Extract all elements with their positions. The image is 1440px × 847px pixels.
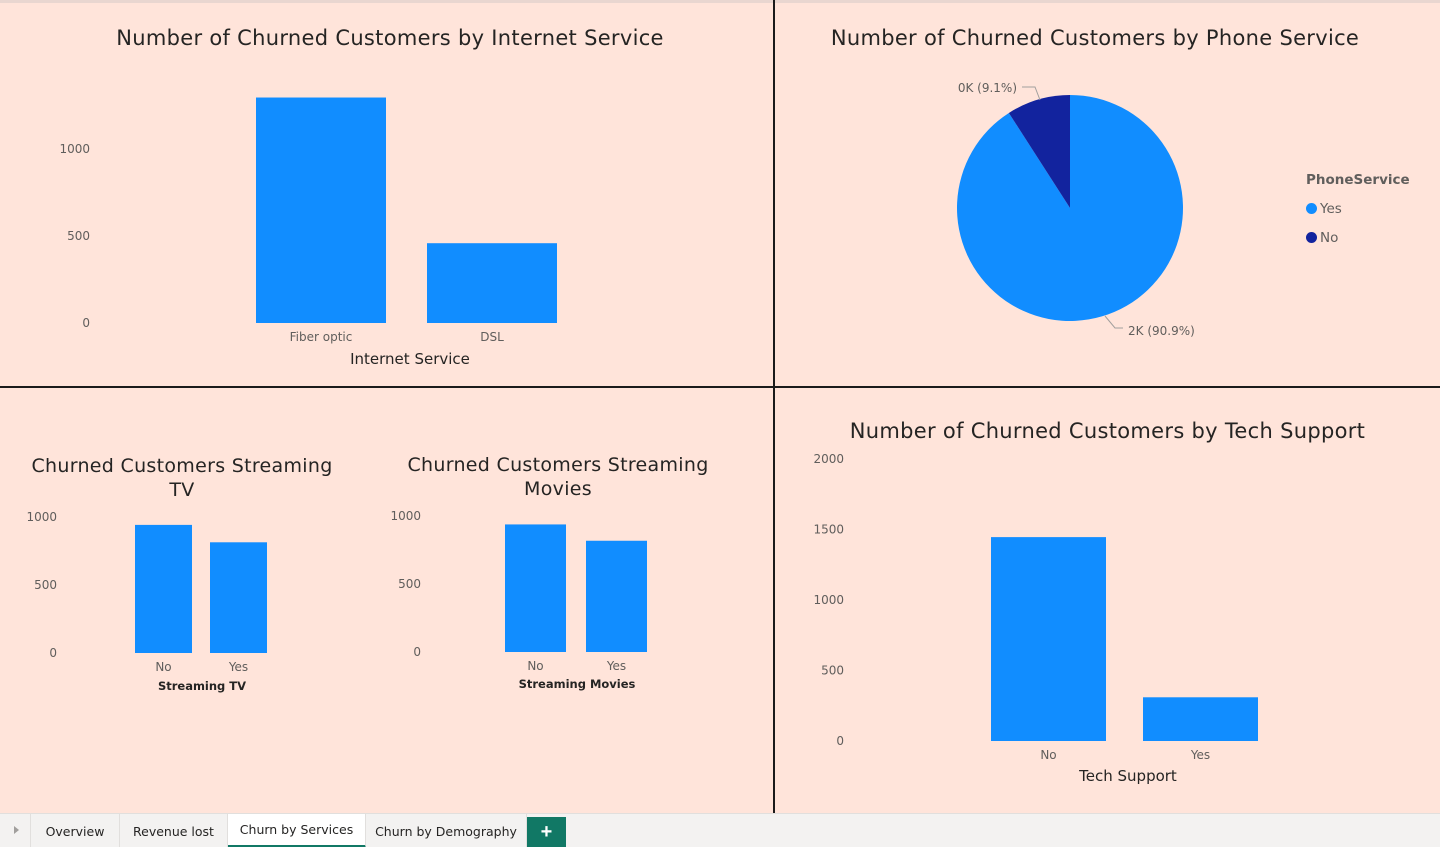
horizontal-divider [0,386,1440,388]
legend-item-yes[interactable]: Yes [1306,194,1410,223]
scroll-left-icon[interactable] [14,826,19,834]
pie-leader-line [1104,315,1123,329]
tech-x-tick-label: Yes [1190,748,1210,762]
movies-x-tick-label: No [527,659,543,673]
movies-chart-title: Churned Customers Streaming Movies [407,454,709,500]
tv-x-axis-title: Streaming TV [158,679,246,693]
tv-y-tick-label: 500 [34,578,57,592]
movies-bar[interactable] [505,524,566,652]
pie-data-label: 2K (90.9%) [1128,324,1195,338]
tech-y-tick-label: 500 [821,664,844,678]
internet-y-tick-label: 1000 [59,142,90,156]
tech-x-axis-title: Tech Support [1078,767,1177,785]
internet-bar[interactable] [256,97,386,323]
tv-y-tick-label: 1000 [26,510,57,524]
streaming-movies-chart[interactable]: 0 500 1000 No Yes Streaming Movies [370,500,740,700]
phone-chart-title: Number of Churned Customers by Phone Ser… [830,26,1360,50]
movies-y-tick-label: 0 [413,645,421,659]
tech-y-tick-label: 1000 [813,593,844,607]
tv-chart-title: Churned Customers Streaming TV [31,455,333,501]
internet-x-axis-title: Internet Service [350,350,470,368]
internet-x-tick-label: DSL [480,330,504,344]
pie-leader-line [1022,86,1041,101]
tv-bar[interactable] [210,542,267,653]
internet-y-tick-label: 0 [82,316,90,330]
movies-y-tick-label: 500 [398,577,421,591]
tech-chart-title: Number of Churned Customers by Tech Supp… [849,419,1366,443]
tech-bar[interactable] [991,537,1106,741]
tab-churn-by-demography[interactable]: Churn by Demography [366,814,527,847]
internet-service-chart[interactable]: 0 500 1000 Fiber optic DSL Internet Service [0,60,770,380]
tech-y-tick-label: 1500 [813,523,844,537]
internet-chart-title: Number of Churned Customers by Internet … [116,26,664,50]
legend-label: Yes [1320,200,1342,217]
tech-bar[interactable] [1143,697,1258,741]
phone-service-pie-chart[interactable]: 2K (90.9%) 0K (9.1%) [775,60,1295,380]
internet-y-tick-label: 500 [67,229,90,243]
tab-overview[interactable]: Overview [30,814,120,847]
page-tab-bar: Overview Revenue lost Churn by Services … [0,813,1440,847]
legend-item-no[interactable]: No [1306,223,1410,252]
movies-x-axis-title: Streaming Movies [519,677,636,691]
legend-dot-icon [1306,203,1317,214]
tech-y-tick-label: 2000 [813,452,844,466]
tv-x-tick-label: No [155,660,171,674]
tech-y-tick-label: 0 [836,734,844,748]
legend-title: PhoneService [1306,172,1410,188]
internet-bar[interactable] [427,243,557,323]
add-page-button[interactable]: + [527,817,566,847]
report-canvas: Number of Churned Customers by Internet … [0,0,1440,813]
tab-revenue-lost[interactable]: Revenue lost [120,814,228,847]
tech-support-chart[interactable]: 0 500 1000 1500 2000 No Yes Tech Support [775,445,1435,800]
legend-dot-icon [1306,232,1317,243]
phone-legend: PhoneService Yes No [1306,172,1410,252]
tech-x-tick-label: No [1040,748,1056,762]
legend-label: No [1320,229,1339,246]
internet-x-tick-label: Fiber optic [290,330,353,344]
streaming-tv-chart[interactable]: 0 500 1000 No Yes Streaming TV [0,500,360,700]
movies-x-tick-label: Yes [606,659,626,673]
tv-x-tick-label: Yes [228,660,248,674]
tv-bar[interactable] [135,524,192,653]
movies-bar[interactable] [586,540,647,652]
top-border [0,0,1440,3]
tv-y-tick-label: 0 [49,646,57,660]
movies-y-tick-label: 1000 [390,509,421,523]
pie-data-label: 0K (9.1%) [958,81,1017,95]
tab-churn-by-services[interactable]: Churn by Services [228,814,366,847]
